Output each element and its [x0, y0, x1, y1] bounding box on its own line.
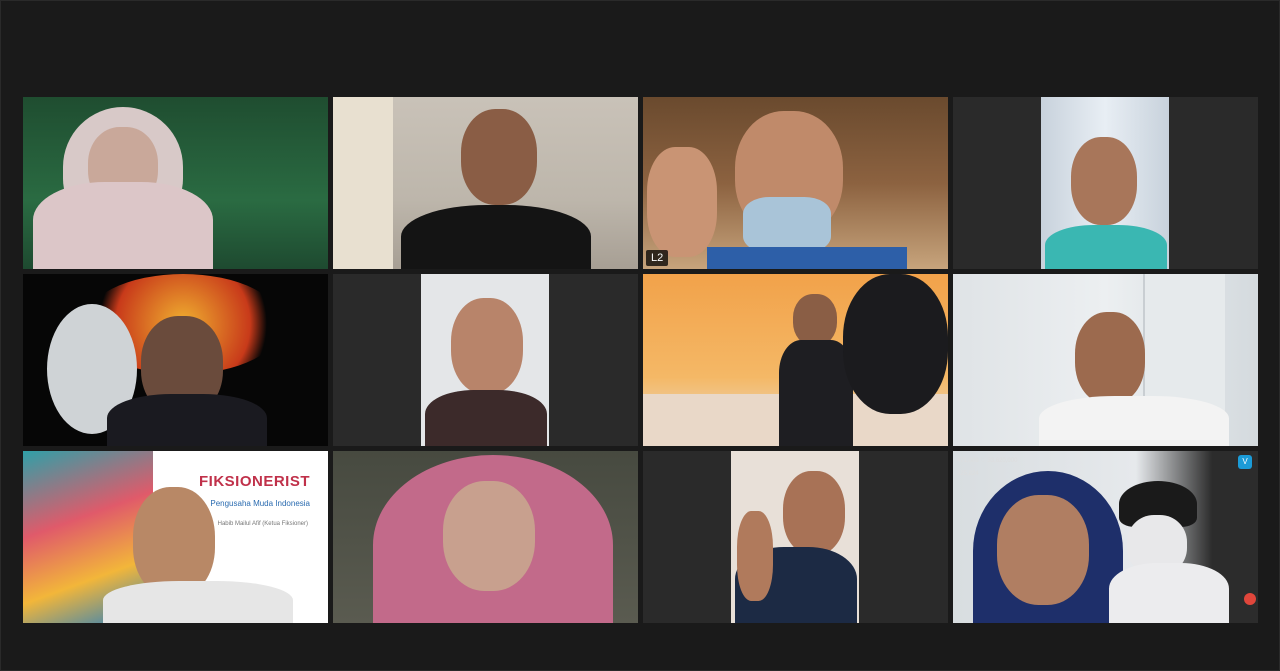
participant-face [997, 495, 1089, 605]
participant-face [793, 294, 837, 346]
participant-body [107, 394, 267, 446]
stream-stats-secondary: 325,824 [957, 471, 979, 477]
slide-presenter: Habib Mailul Afif (Ketua Fiksioner) [217, 521, 308, 527]
slide-title: FIKSIONERIST [198, 473, 310, 490]
participant-tile-11[interactable] [643, 451, 948, 623]
participant-hand [647, 147, 717, 257]
participant-body [103, 581, 293, 623]
participant-body [779, 340, 853, 446]
participant-body [1039, 396, 1229, 446]
participant-tile-1[interactable] [23, 97, 328, 269]
video-gallery: L2 FIKSIONERIST Pengusaha Muda Indonesia… [23, 97, 1259, 625]
participant-body [1045, 225, 1167, 269]
stream-logo-icon: V [1238, 455, 1252, 469]
participant-tile-6[interactable] [333, 274, 638, 446]
participant-tile-9[interactable]: FIKSIONERIST Pengusaha Muda Indonesia Ha… [23, 451, 328, 623]
participant-tile-2[interactable] [333, 97, 638, 269]
participant-face [443, 481, 535, 591]
banner-background [333, 97, 393, 269]
participant-tile-5[interactable] [23, 274, 328, 446]
face-mask [743, 197, 831, 253]
participant-tile-8[interactable] [953, 274, 1258, 446]
participant-face [1075, 312, 1145, 404]
stream-stats: 471,008 ♡ 33,620,000 [957, 458, 1018, 464]
participant-face [461, 109, 537, 205]
participant-body [707, 247, 907, 269]
participant-hand [737, 511, 773, 601]
slide-subtitle: Pengusaha Muda Indonesia [210, 499, 310, 508]
meeting-window: L2 FIKSIONERIST Pengusaha Muda Indonesia… [0, 0, 1280, 671]
participant-body [401, 205, 591, 269]
second-participant-body [1109, 563, 1229, 623]
participant-tile-7[interactable] [643, 274, 948, 446]
participant-body [33, 182, 213, 269]
participant-face [783, 471, 845, 555]
foreground-head [843, 274, 948, 414]
participant-tile-4[interactable] [953, 97, 1258, 269]
participant-name-badge: L2 [646, 250, 669, 266]
participant-tile-10[interactable] [333, 451, 638, 623]
participant-face [1071, 137, 1137, 225]
participant-tile-3[interactable]: L2 [643, 97, 948, 269]
participant-tile-12[interactable]: 471,008 ♡ 33,620,000 325,824 V [953, 451, 1258, 623]
record-icon [1244, 593, 1256, 605]
participant-body [425, 390, 547, 446]
participant-face [451, 298, 523, 394]
